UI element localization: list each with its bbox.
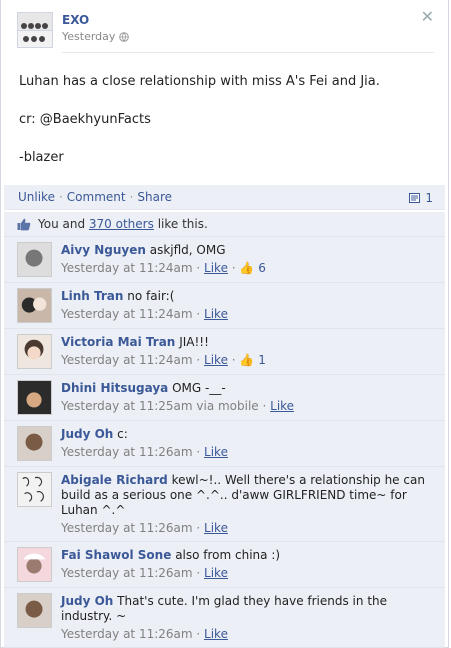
comment-like-link[interactable]: Like	[270, 399, 294, 413]
comment-item: Fai Shawol Sone also from china :) Yeste…	[4, 542, 445, 588]
comment-time[interactable]: Yesterday at 11:25am via mobile	[61, 399, 259, 413]
post-line: cr: @BaekhyunFacts	[19, 112, 151, 127]
comment-text: also from china :)	[175, 548, 281, 562]
commenter-name[interactable]: Aivy Nguyen	[61, 243, 146, 257]
comment-text-wrap: Judy Oh That's cute. I'm glad they have …	[61, 594, 435, 624]
comment-like-link[interactable]: Like	[204, 566, 228, 580]
likes-prefix: You and	[38, 217, 86, 231]
comment-text: c:	[117, 427, 128, 441]
comment-meta: Yesterday at 11:26am · Like	[61, 445, 228, 459]
post-timestamp: Yesterday	[62, 30, 130, 43]
comment-like-link[interactable]: Like	[204, 445, 228, 459]
comment-text-wrap: Linh Tran no fair:(	[61, 289, 435, 304]
likes-suffix: like this.	[157, 217, 208, 231]
header-divider	[62, 52, 434, 53]
commenter-avatar[interactable]	[17, 288, 52, 323]
commenter-avatar[interactable]	[17, 426, 52, 461]
thumbs-up-icon	[17, 218, 31, 230]
like-hand-icon[interactable]: 👍	[239, 261, 254, 275]
post-actions-bar: Unlike · Comment · Share 1	[4, 185, 445, 210]
comment-meta: Yesterday at 11:24am · Like	[61, 307, 228, 321]
comment-time[interactable]: Yesterday at 11:26am	[61, 521, 193, 535]
share-link[interactable]: Share	[137, 190, 172, 204]
comment-item: Abigale Richard kewl~!.. Well there's a …	[4, 467, 445, 542]
comment-meta: Yesterday at 11:24am · Like · 👍 6	[61, 261, 266, 275]
story-card: EXO Yesterday ✕ Luhan has a close relati…	[0, 0, 449, 648]
comment-time[interactable]: Yesterday at 11:26am	[61, 566, 193, 580]
comment-text-wrap: Victoria Mai Tran JIA!!!	[61, 335, 435, 350]
unlike-link[interactable]: Unlike	[18, 190, 55, 204]
commenter-name[interactable]: Dhini Hitsugaya	[61, 381, 168, 395]
comment-meta: Yesterday at 11:26am · Like	[61, 566, 228, 580]
comment-time[interactable]: Yesterday at 11:24am	[61, 353, 193, 367]
comment-like-count[interactable]: 1	[258, 353, 266, 367]
close-icon[interactable]: ✕	[421, 9, 434, 25]
commenter-avatar[interactable]	[17, 380, 52, 415]
comment-meta: Yesterday at 11:26am · Like	[61, 627, 228, 641]
post-line: -blazer	[19, 150, 64, 165]
timestamp-text[interactable]: Yesterday	[62, 30, 115, 43]
likes-text: You and 370 others like this.	[38, 217, 208, 231]
author-name[interactable]: EXO	[62, 13, 89, 27]
share-icon	[409, 192, 421, 203]
post-line: Luhan has a close relationship with miss…	[19, 74, 380, 89]
comment-item: Victoria Mai Tran JIA!!! Yesterday at 11…	[4, 329, 445, 375]
comment-item: Judy Oh c: Yesterday at 11:26am · Like	[4, 421, 445, 467]
comment-text-wrap: Fai Shawol Sone also from china :)	[61, 548, 435, 563]
comment-text: askjfld, OMG	[149, 243, 226, 257]
commenter-avatar[interactable]	[17, 334, 52, 369]
separator-dot: ·	[58, 190, 63, 204]
commenter-name[interactable]: Linh Tran	[61, 289, 123, 303]
comment-meta: Yesterday at 11:26am · Like	[61, 521, 228, 535]
comment-item: Aivy Nguyen askjfld, OMG Yesterday at 11…	[4, 237, 445, 283]
comment-text: JIA!!!	[179, 335, 209, 349]
share-count-value: 1	[425, 191, 433, 205]
likes-others-link[interactable]: 370 others	[89, 217, 154, 231]
comment-time[interactable]: Yesterday at 11:26am	[61, 627, 193, 641]
comment-meta: Yesterday at 11:24am · Like · 👍 1	[61, 353, 266, 367]
globe-icon	[119, 31, 130, 42]
comment-text-wrap: Dhini Hitsugaya OMG -__-	[61, 381, 435, 396]
author-avatar[interactable]	[17, 12, 53, 48]
comment-time[interactable]: Yesterday at 11:24am	[61, 307, 193, 321]
comment-time[interactable]: Yesterday at 11:24am	[61, 261, 193, 275]
comment-like-link[interactable]: Like	[204, 307, 228, 321]
comment-text-wrap: Aivy Nguyen askjfld, OMG	[61, 243, 435, 258]
commenter-avatar[interactable]	[17, 593, 52, 628]
separator-dot: ·	[129, 190, 134, 204]
commenter-name[interactable]: Judy Oh	[61, 427, 113, 441]
comment-item: Dhini Hitsugaya OMG -__- Yesterday at 11…	[4, 375, 445, 421]
commenter-name[interactable]: Judy Oh	[61, 594, 113, 608]
comment-time[interactable]: Yesterday at 11:26am	[61, 445, 193, 459]
commenter-name[interactable]: Fai Shawol Sone	[61, 548, 171, 562]
share-count[interactable]: 1	[409, 191, 433, 205]
commenter-avatar[interactable]	[17, 242, 52, 277]
commenter-name[interactable]: Abigale Richard	[61, 473, 168, 487]
comment-item: Linh Tran no fair:( Yesterday at 11:24am…	[4, 283, 445, 329]
comment-like-link[interactable]: Like	[204, 627, 228, 641]
comment-like-link[interactable]: Like	[204, 353, 228, 367]
comment-meta: Yesterday at 11:25am via mobile · Like	[61, 399, 295, 413]
post-body: Luhan has a close relationship with miss…	[19, 72, 380, 186]
comment-text-wrap: Abigale Richard kewl~!.. Well there's a …	[61, 473, 435, 518]
commenter-name[interactable]: Victoria Mai Tran	[61, 335, 175, 349]
comment-text: OMG -__-	[172, 381, 226, 395]
like-hand-icon[interactable]: 👍	[239, 353, 254, 367]
comment-text: no fair:(	[127, 289, 175, 303]
comment-like-count[interactable]: 6	[258, 261, 266, 275]
comment-item: Judy Oh That's cute. I'm glad they have …	[4, 588, 445, 648]
commenter-avatar[interactable]	[17, 472, 52, 507]
comment-like-link[interactable]: Like	[204, 261, 228, 275]
likes-summary: You and 370 others like this.	[4, 212, 445, 237]
comment-text-wrap: Judy Oh c:	[61, 427, 435, 442]
comment-link[interactable]: Comment	[67, 190, 126, 204]
commenter-avatar[interactable]	[17, 547, 52, 582]
comments-list: Aivy Nguyen askjfld, OMG Yesterday at 11…	[4, 237, 445, 648]
comment-like-link[interactable]: Like	[204, 521, 228, 535]
